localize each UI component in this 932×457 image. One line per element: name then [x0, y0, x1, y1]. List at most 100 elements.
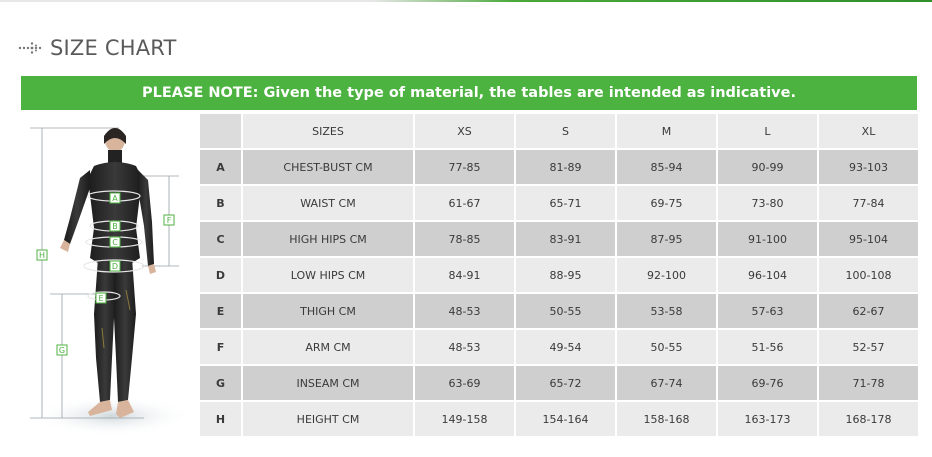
value-cell: 48-53 [415, 330, 514, 364]
marker-h: H [36, 249, 48, 261]
marker-d-label: D [112, 262, 118, 271]
value-cell: 96-104 [718, 258, 817, 292]
header-cell: SIZES [243, 114, 413, 148]
value-cell: 57-63 [718, 294, 817, 328]
marker-f-label: F [167, 216, 172, 225]
table-row: F ARM CM 48-53 49-54 50-55 51-56 52-57 [200, 330, 918, 364]
measure-cell: ARM CM [243, 330, 413, 364]
row-letter-cell: E [200, 294, 241, 328]
header-cell: S [516, 114, 615, 148]
measure-cell: THIGH CM [243, 294, 413, 328]
row-letter-cell: D [200, 258, 241, 292]
page-title: SIZE CHART [50, 36, 177, 60]
row-letter-cell: G [200, 366, 241, 400]
value-cell: 87-95 [617, 222, 716, 256]
value-cell: 67-74 [617, 366, 716, 400]
value-cell: 83-91 [516, 222, 615, 256]
note-banner: PLEASE NOTE: Given the type of material,… [21, 76, 917, 110]
dotted-arrow-icon [18, 42, 42, 54]
measure-cell: LOW HIPS CM [243, 258, 413, 292]
row-letter-cell: H [200, 402, 241, 436]
marker-e-label: E [98, 294, 103, 303]
value-cell: 85-94 [617, 150, 716, 184]
value-cell: 69-75 [617, 186, 716, 220]
marker-g-label: G [59, 346, 65, 355]
value-cell: 84-91 [415, 258, 514, 292]
table-row: A CHEST-BUST CM 77-85 81-89 85-94 90-99 … [200, 150, 918, 184]
value-cell: 92-100 [617, 258, 716, 292]
value-cell: 50-55 [516, 294, 615, 328]
marker-d: D [109, 260, 121, 272]
value-cell: 65-72 [516, 366, 615, 400]
value-cell: 65-71 [516, 186, 615, 220]
row-letter-cell: F [200, 330, 241, 364]
value-cell: 52-57 [819, 330, 918, 364]
table-row: D LOW HIPS CM 84-91 88-95 92-100 96-104 … [200, 258, 918, 292]
value-cell: 93-103 [819, 150, 918, 184]
marker-c-label: C [112, 238, 118, 247]
value-cell: 48-53 [415, 294, 514, 328]
model-head [104, 128, 126, 164]
table-row: C HIGH HIPS CM 78-85 83-91 87-95 91-100 … [200, 222, 918, 256]
size-chart-body: SIZES XS S M L XL A CHEST-BUST CM 77-85 … [200, 114, 918, 436]
marker-b-label: B [112, 222, 118, 231]
header-cell: XL [819, 114, 918, 148]
value-cell: 51-56 [718, 330, 817, 364]
value-cell: 78-85 [415, 222, 514, 256]
row-letter-cell: A [200, 150, 241, 184]
measure-cell: INSEAM CM [243, 366, 413, 400]
value-cell: 90-99 [718, 150, 817, 184]
value-cell: 73-80 [718, 186, 817, 220]
value-cell: 61-67 [415, 186, 514, 220]
row-letter-cell: B [200, 186, 241, 220]
value-cell: 69-76 [718, 366, 817, 400]
table-corner-cell [200, 114, 241, 148]
measure-cell: HEIGHT CM [243, 402, 413, 436]
marker-h-label: H [39, 251, 45, 260]
table-row: H HEIGHT CM 149-158 154-164 158-168 163-… [200, 402, 918, 436]
row-letter-cell: C [200, 222, 241, 256]
marker-f: F [163, 214, 175, 226]
table-header-row: SIZES XS S M L XL [200, 114, 918, 148]
model-wetsuit [64, 162, 154, 402]
table-row: G INSEAM CM 63-69 65-72 67-74 69-76 71-7… [200, 366, 918, 400]
value-cell: 88-95 [516, 258, 615, 292]
value-cell: 63-69 [415, 366, 514, 400]
marker-c: C [109, 236, 121, 248]
floor-shadow [32, 396, 192, 436]
value-cell: 168-178 [819, 402, 918, 436]
marker-e: E [95, 292, 107, 304]
value-cell: 149-158 [415, 402, 514, 436]
value-cell: 50-55 [617, 330, 716, 364]
table-row: E THIGH CM 48-53 50-55 53-58 57-63 62-67 [200, 294, 918, 328]
measure-cell: WAIST CM [243, 186, 413, 220]
value-cell: 77-85 [415, 150, 514, 184]
value-cell: 53-58 [617, 294, 716, 328]
value-cell: 100-108 [819, 258, 918, 292]
value-cell: 62-67 [819, 294, 918, 328]
note-banner-text: PLEASE NOTE: Given the type of material,… [142, 85, 796, 101]
measure-cell: CHEST-BUST CM [243, 150, 413, 184]
value-cell: 154-164 [516, 402, 615, 436]
top-accent-line [0, 0, 932, 2]
header-cell: L [718, 114, 817, 148]
page-heading: SIZE CHART [18, 33, 177, 63]
measure-cell: HIGH HIPS CM [243, 222, 413, 256]
value-cell: 163-173 [718, 402, 817, 436]
value-cell: 77-84 [819, 186, 918, 220]
value-cell: 71-78 [819, 366, 918, 400]
value-cell: 91-100 [718, 222, 817, 256]
marker-b: B [109, 220, 121, 232]
header-cell: M [617, 114, 716, 148]
marker-g: G [56, 344, 68, 356]
body-measurement-figure: A B C D E F G H [30, 127, 192, 436]
value-cell: 81-89 [516, 150, 615, 184]
size-chart-table: SIZES XS S M L XL A CHEST-BUST CM 77-85 … [198, 112, 920, 438]
header-cell: XS [415, 114, 514, 148]
marker-a: A [109, 192, 121, 204]
table-row: B WAIST CM 61-67 65-71 69-75 73-80 77-84 [200, 186, 918, 220]
value-cell: 158-168 [617, 402, 716, 436]
value-cell: 49-54 [516, 330, 615, 364]
marker-a-label: A [112, 194, 118, 203]
value-cell: 95-104 [819, 222, 918, 256]
